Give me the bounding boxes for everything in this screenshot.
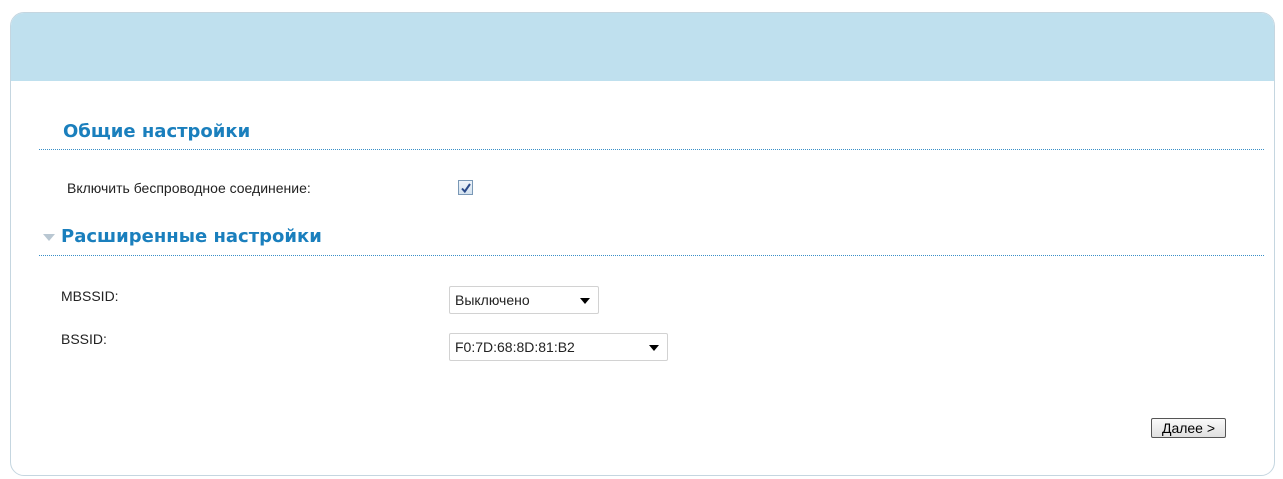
next-button-accesskey: Д: [1161, 420, 1172, 436]
chevron-down-icon: [580, 298, 590, 304]
next-button[interactable]: Далее >: [1151, 418, 1226, 438]
bssid-label: BSSID:: [61, 331, 107, 347]
mbssid-select[interactable]: Выключено: [449, 286, 599, 314]
next-button-label: алее >: [1171, 420, 1216, 436]
mbssid-label: MBSSID:: [61, 288, 119, 304]
bssid-selected-value: F0:7D:68:8D:81:B2: [455, 339, 575, 355]
general-settings-divider: [39, 149, 1264, 150]
enable-wireless-checkbox[interactable]: [458, 180, 473, 195]
enable-wireless-label: Включить беспроводное соединение:: [67, 180, 311, 196]
advanced-settings-title[interactable]: Расширенные настройки: [61, 226, 322, 247]
chevron-down-icon: [649, 345, 659, 351]
mbssid-selected-value: Выключено: [455, 292, 530, 308]
settings-panel: Общие настройки Включить беспроводное со…: [10, 12, 1275, 476]
advanced-settings-divider: [39, 255, 1264, 256]
bssid-select[interactable]: F0:7D:68:8D:81:B2: [449, 333, 668, 361]
panel-header: [11, 13, 1274, 81]
collapse-arrow-icon[interactable]: [43, 234, 55, 241]
general-settings-title: Общие настройки: [63, 121, 251, 142]
checkmark-icon: [461, 183, 471, 194]
